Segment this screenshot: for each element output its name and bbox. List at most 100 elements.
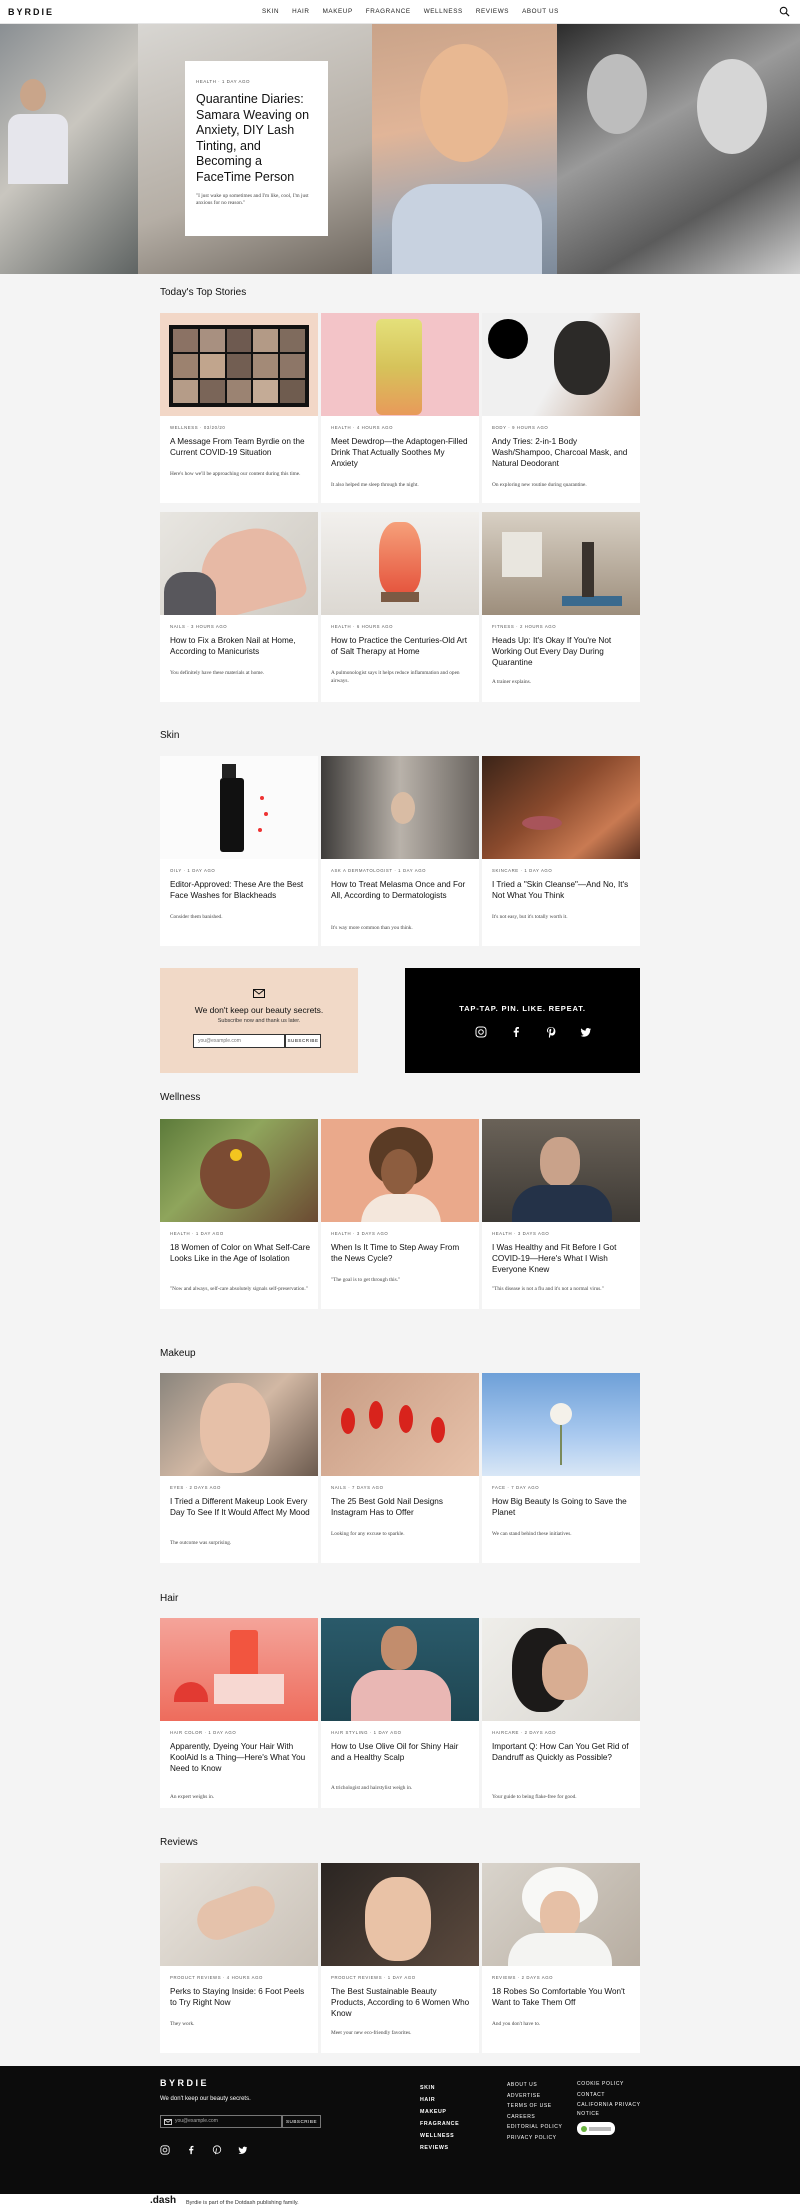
footer-link-about[interactable]: ABOUT US: [507, 2080, 562, 2091]
story-card[interactable]: REVIEWS · 2 DAYS AGO 18 Robes So Comfort…: [482, 1863, 640, 2053]
story-title[interactable]: I Tried a "Skin Cleanse"—And No, It's No…: [492, 879, 632, 901]
story-title[interactable]: I Tried a Different Makeup Look Every Da…: [170, 1496, 310, 1518]
story-image: [160, 1119, 318, 1222]
story-card[interactable]: HAIR COLOR · 1 DAY AGO Apparently, Dyein…: [160, 1618, 318, 1808]
newsletter-box: We don't keep our beauty secrets. Subscr…: [160, 968, 358, 1073]
footer-nav-fragrance[interactable]: FRAGRANCE: [420, 2118, 459, 2130]
story-title[interactable]: When Is It Time to Step Away From the Ne…: [331, 1242, 471, 1264]
story-title[interactable]: How Big Beauty Is Going to Save the Plan…: [492, 1496, 632, 1518]
footer-nav-makeup[interactable]: MAKEUP: [420, 2106, 459, 2118]
story-title[interactable]: The Best Sustainable Beauty Products, Ac…: [331, 1986, 471, 2019]
footer-link-terms[interactable]: TERMS OF USE: [507, 2101, 562, 2112]
story-image: [482, 1618, 640, 1721]
story-card[interactable]: HAIR STYLING · 1 DAY AGO How to Use Oliv…: [321, 1618, 479, 1808]
skin-grid: OILY · 1 DAY AGO Editor-Approved: These …: [160, 756, 640, 946]
story-dek: Meet your new eco-friendly favorites.: [331, 2030, 412, 2036]
story-card[interactable]: EYES · 2 DAYS AGO I Tried a Different Ma…: [160, 1373, 318, 1563]
story-dek: And you don't have to.: [492, 2021, 541, 2027]
facebook-icon[interactable]: [186, 2142, 196, 2155]
story-card[interactable]: HEALTH · 3 DAYS AGO When Is It Time to S…: [321, 1119, 479, 1309]
wellness-grid: HEALTH · 1 DAY AGO 18 Women of Color on …: [160, 1119, 640, 1309]
hero-title[interactable]: Quarantine Diaries: Samara Weaving on An…: [196, 92, 317, 185]
footer-link-editorial[interactable]: EDITORIAL POLICY: [507, 2122, 562, 2133]
twitter-icon[interactable]: [238, 2142, 248, 2154]
nav-item-skin[interactable]: SKIN: [262, 8, 279, 15]
story-title[interactable]: How to Fix a Broken Nail at Home, Accord…: [170, 635, 310, 657]
trustarc-badge[interactable]: [577, 2122, 615, 2135]
story-title[interactable]: Meet Dewdrop—the Adaptogen-Filled Drink …: [331, 436, 471, 469]
footer-link-careers[interactable]: CAREERS: [507, 2112, 562, 2123]
story-card[interactable]: HEALTH · 1 DAY AGO 18 Women of Color on …: [160, 1119, 318, 1309]
story-title[interactable]: How to Use Olive Oil for Shiny Hair and …: [331, 1741, 471, 1763]
story-title[interactable]: 18 Robes So Comfortable You Won't Want t…: [492, 1986, 632, 2008]
story-title[interactable]: Apparently, Dyeing Your Hair With KoolAi…: [170, 1741, 310, 1774]
story-card[interactable]: WELLNESS · 03/20/20 A Message From Team …: [160, 313, 318, 503]
story-card[interactable]: NAILS · 7 DAYS AGO The 25 Best Gold Nail…: [321, 1373, 479, 1563]
footer-nav-wellness[interactable]: WELLNESS: [420, 2130, 459, 2142]
story-card[interactable]: OILY · 1 DAY AGO Editor-Approved: These …: [160, 756, 318, 946]
story-meta: HEALTH · 4 HOURS AGO: [331, 425, 394, 430]
story-dek: The outcome was surprising.: [170, 1540, 232, 1546]
story-card[interactable]: BODY · 9 HOURS AGO Andy Tries: 2-in-1 Bo…: [482, 313, 640, 503]
story-image: [321, 1618, 479, 1721]
story-title[interactable]: I Was Healthy and Fit Before I Got COVID…: [492, 1242, 632, 1275]
top-nav: BYRDIE SKIN HAIR MAKEUP FRAGRANCE WELLNE…: [0, 0, 800, 24]
footer-link-ca-privacy[interactable]: CALIFORNIA PRIVACY NOTICE: [577, 2101, 657, 2118]
story-title[interactable]: Important Q: How Can You Get Rid of Dand…: [492, 1741, 632, 1763]
story-title[interactable]: How to Treat Melasma Once and For All, A…: [331, 879, 471, 901]
footer-subscribe-button[interactable]: SUBSCRIBE: [282, 2115, 321, 2128]
footer-nav-skin[interactable]: SKIN: [420, 2082, 459, 2094]
story-title[interactable]: Heads Up: It's Okay If You're Not Workin…: [492, 635, 632, 668]
nav-item-makeup[interactable]: MAKEUP: [323, 8, 353, 15]
nav-item-about[interactable]: ABOUT US: [522, 8, 559, 15]
footer-link-privacy[interactable]: PRIVACY POLICY: [507, 2133, 562, 2144]
newsletter-subscribe-button[interactable]: SUBSCRIBE: [285, 1034, 321, 1048]
twitter-icon[interactable]: [580, 1025, 592, 1037]
instagram-icon[interactable]: [160, 2142, 170, 2155]
story-card[interactable]: PRODUCT REVIEWS · 4 HOURS AGO Perks to S…: [160, 1863, 318, 2053]
site-logo[interactable]: BYRDIE: [8, 7, 54, 17]
story-card[interactable]: NAILS · 3 HOURS AGO How to Fix a Broken …: [160, 512, 318, 702]
story-card[interactable]: SKINCARE · 1 DAY AGO I Tried a "Skin Cle…: [482, 756, 640, 946]
search-icon[interactable]: [779, 6, 790, 17]
footer-nav-reviews[interactable]: REVIEWS: [420, 2142, 459, 2154]
story-title[interactable]: A Message From Team Byrdie on the Curren…: [170, 436, 310, 458]
story-title[interactable]: Perks to Staying Inside: 6 Foot Peels to…: [170, 1986, 310, 2008]
footer-link-cookie[interactable]: COOKIE POLICY: [577, 2080, 657, 2089]
facebook-icon[interactable]: [510, 1025, 522, 1037]
footer-link-advertise[interactable]: ADVERTISE: [507, 2091, 562, 2102]
story-card[interactable]: PRODUCT REVIEWS · 1 DAY AGO The Best Sus…: [321, 1863, 479, 2053]
hero-banner[interactable]: HEALTH · 1 DAY AGO Quarantine Diaries: S…: [0, 24, 800, 274]
story-card[interactable]: FITNESS · 2 HOURS AGO Heads Up: It's Oka…: [482, 512, 640, 702]
story-card[interactable]: FACE · 7 DAY AGO How Big Beauty Is Going…: [482, 1373, 640, 1563]
footer-email-input[interactable]: you@example.com: [160, 2115, 282, 2128]
story-meta: FACE · 7 DAY AGO: [492, 1485, 540, 1490]
instagram-icon[interactable]: [475, 1025, 487, 1038]
story-title[interactable]: How to Practice the Centuries-Old Art of…: [331, 635, 471, 657]
nav-item-reviews[interactable]: REVIEWS: [476, 8, 509, 15]
story-card[interactable]: HEALTH · 3 DAYS AGO I Was Healthy and Fi…: [482, 1119, 640, 1309]
footer-link-contact[interactable]: CONTACT: [577, 2091, 657, 2100]
hero-story-card[interactable]: HEALTH · 1 DAY AGO Quarantine Diaries: S…: [185, 61, 328, 236]
story-title[interactable]: The 25 Best Gold Nail Designs Instagram …: [331, 1496, 471, 1518]
story-title[interactable]: 18 Women of Color on What Self-Care Look…: [170, 1242, 310, 1264]
story-title[interactable]: Andy Tries: 2-in-1 Body Wash/Shampoo, Ch…: [492, 436, 632, 469]
story-title[interactable]: Editor-Approved: These Are the Best Face…: [170, 879, 310, 901]
nav-item-wellness[interactable]: WELLNESS: [424, 8, 463, 15]
nav-item-fragrance[interactable]: FRAGRANCE: [366, 8, 411, 15]
pinterest-icon[interactable]: [212, 2142, 222, 2155]
story-card[interactable]: HEALTH · 6 HOURS AGO How to Practice the…: [321, 512, 479, 702]
story-image: [321, 1119, 479, 1222]
story-dek: A trainer explains.: [492, 679, 531, 685]
footer-links-2: COOKIE POLICY CONTACT CALIFORNIA PRIVACY…: [577, 2080, 657, 2118]
newsletter-email-input[interactable]: [193, 1034, 285, 1048]
story-card[interactable]: HEALTH · 4 HOURS AGO Meet Dewdrop—the Ad…: [321, 313, 479, 503]
story-card[interactable]: ASK A DERMATOLOGIST · 1 DAY AGO How to T…: [321, 756, 479, 946]
footer-nav-hair[interactable]: HAIR: [420, 2094, 459, 2106]
nav-item-hair[interactable]: HAIR: [292, 8, 309, 15]
footer-logo[interactable]: BYRDIE: [160, 2078, 209, 2088]
dotdash-logo[interactable]: .dash: [150, 2195, 176, 2206]
story-card[interactable]: HAIRCARE · 2 DAYS AGO Important Q: How C…: [482, 1618, 640, 1808]
pinterest-icon[interactable]: [545, 1025, 557, 1039]
story-image: [160, 1373, 318, 1476]
